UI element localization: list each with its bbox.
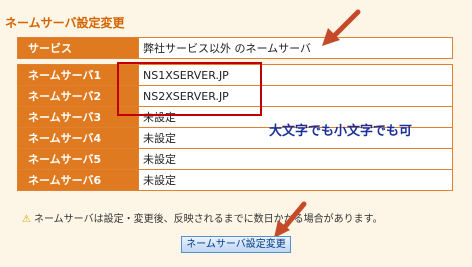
note-line: ⚠ ネームサーバは設定・変更後、反映されるまでに数日かかる場合があります。 bbox=[22, 210, 383, 225]
row-label-ns4: ネームサーバ4 bbox=[17, 127, 139, 149]
submit-button[interactable]: ネームサーバ設定変更 bbox=[181, 236, 291, 253]
arrow-annotation-icon bbox=[322, 9, 361, 46]
annotation-text: 大文字でも小文字でも可 bbox=[269, 124, 413, 139]
row-label-service: サービス bbox=[17, 37, 139, 59]
table-row: サービス 弊社サービス以外 のネームサーバ bbox=[17, 37, 453, 59]
table-row: ネームサーバ5 未設定 bbox=[17, 148, 453, 170]
warning-icon: ⚠ bbox=[22, 214, 31, 225]
row-value-ns5[interactable]: 未設定 bbox=[138, 148, 453, 170]
row-label-ns6: ネームサーバ6 bbox=[17, 169, 139, 191]
row-value-ns6[interactable]: 未設定 bbox=[138, 169, 453, 191]
table-row: ネームサーバ6 未設定 bbox=[17, 169, 453, 191]
note-text: ネームサーバは設定・変更後、反映されるまでに数日かかる場合があります。 bbox=[33, 214, 383, 225]
page-title: ネームサーバ設定変更 bbox=[5, 16, 125, 30]
highlight-rectangle bbox=[117, 62, 262, 116]
row-label-ns5: ネームサーバ5 bbox=[17, 148, 139, 170]
row-value-service: 弊社サービス以外 のネームサーバ bbox=[138, 37, 453, 59]
